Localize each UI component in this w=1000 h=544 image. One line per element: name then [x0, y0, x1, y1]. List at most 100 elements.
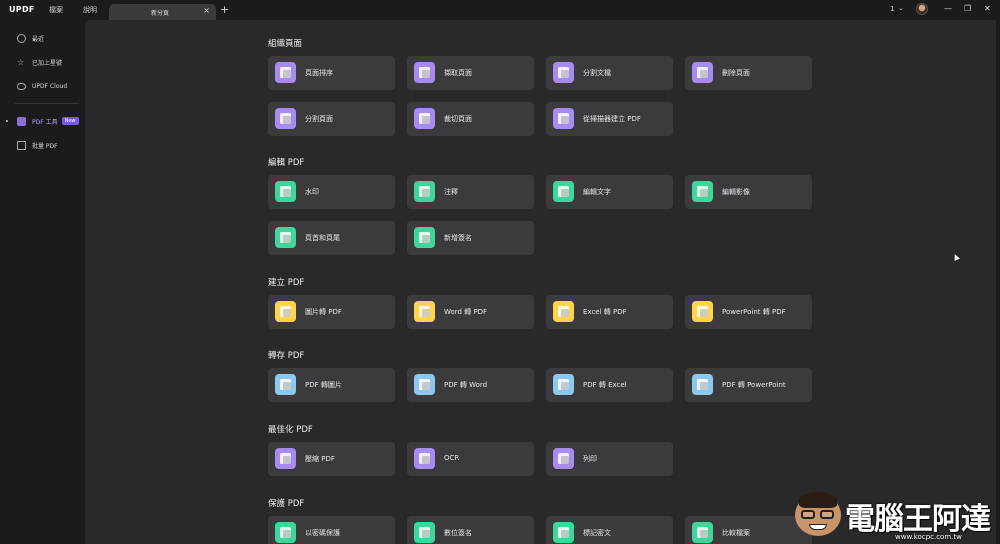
- tool-card[interactable]: 數位簽名: [407, 516, 534, 544]
- restore-icon[interactable]: ❐: [964, 4, 971, 13]
- tool-card[interactable]: PDF 轉 PowerPoint: [685, 368, 812, 402]
- tool-icon: [692, 181, 713, 202]
- tab-new[interactable]: 新分頁 ×: [109, 4, 216, 20]
- tool-card[interactable]: PDF 轉 Excel: [546, 368, 673, 402]
- tool-card[interactable]: 以密碼保護: [268, 516, 395, 544]
- tool-card[interactable]: 分割頁面: [268, 102, 395, 136]
- star-icon: ☆: [17, 57, 25, 67]
- tool-card[interactable]: 注釋: [407, 175, 534, 209]
- tool-card-label: 編輯影像: [722, 188, 750, 196]
- tool-card-label: 擷取頁面: [444, 69, 472, 77]
- sidebar-item-recent[interactable]: 最近: [10, 31, 80, 45]
- tool-card-label: PDF 轉圖片: [305, 381, 342, 389]
- tool-icon: [275, 522, 296, 543]
- minimize-icon[interactable]: —: [944, 4, 952, 13]
- title-bar: UPDF 檔案 說明 新分頁 × + 1 ⌄ — ❐ ✕: [0, 0, 1000, 20]
- sidebar-item-cloud[interactable]: UPDF Cloud: [10, 79, 80, 93]
- tool-card-label: 標記密文: [583, 529, 611, 537]
- active-indicator: [6, 120, 8, 122]
- tool-card-label: 壓縮 PDF: [305, 455, 335, 463]
- tool-card-label: 注釋: [444, 188, 458, 196]
- tool-icon: [553, 108, 574, 129]
- tool-card[interactable]: 編輯文字: [546, 175, 673, 209]
- page-count[interactable]: 1: [890, 5, 894, 13]
- tool-card-label: 圖片轉 PDF: [305, 308, 342, 316]
- tool-icon: [414, 448, 435, 469]
- tool-icon: [414, 227, 435, 248]
- tool-icon: [553, 448, 574, 469]
- tool-icon: [692, 522, 713, 543]
- tool-card[interactable]: 頁首和頁尾: [268, 221, 395, 255]
- close-icon[interactable]: ✕: [984, 4, 991, 13]
- tool-card[interactable]: PDF 轉 Word: [407, 368, 534, 402]
- tool-icon: [414, 108, 435, 129]
- tool-card[interactable]: Word 轉 PDF: [407, 295, 534, 329]
- avatar[interactable]: [916, 3, 928, 15]
- sidebar-item-starred[interactable]: ☆ 已加上星號: [10, 55, 80, 69]
- clock-icon: [17, 33, 26, 43]
- tools-panel: 組織頁面頁面排序 擷取頁面 分割文檔 刪除頁面分割頁面 裁切頁面 從掃描器建立 PDF 編輯…: [85, 20, 996, 544]
- tool-icon: [275, 448, 296, 469]
- watermark-url: www.kocpc.com.tw: [895, 533, 962, 541]
- sidebar-item-label: UPDF Cloud: [32, 82, 68, 90]
- tool-card[interactable]: OCR: [407, 442, 534, 476]
- tool-card-label: 數位簽名: [444, 529, 472, 537]
- tool-card-label: 裁切頁面: [444, 115, 472, 123]
- section-title: 建立 PDF: [268, 278, 305, 288]
- tool-card[interactable]: 編輯影像: [685, 175, 812, 209]
- tool-card[interactable]: 新增簽名: [407, 221, 534, 255]
- tool-card[interactable]: 裁切頁面: [407, 102, 534, 136]
- tool-card[interactable]: PDF 轉圖片: [268, 368, 395, 402]
- tool-card-label: 從掃描器建立 PDF: [583, 115, 641, 123]
- tool-card[interactable]: 列印: [546, 442, 673, 476]
- tool-card[interactable]: 水印: [268, 175, 395, 209]
- tool-card[interactable]: 壓縮 PDF: [268, 442, 395, 476]
- mascot-logo: [795, 492, 841, 536]
- tool-card-label: PDF 轉 PowerPoint: [722, 381, 786, 389]
- tool-icon: [553, 374, 574, 395]
- section-title: 保護 PDF: [268, 499, 305, 509]
- tool-icon: [275, 108, 296, 129]
- sidebar-item-label: PDF 工具: [32, 118, 58, 126]
- tool-icon: [414, 522, 435, 543]
- tool-card[interactable]: 刪除頁面: [685, 56, 812, 90]
- tool-card[interactable]: 分割文檔: [546, 56, 673, 90]
- chevron-down-icon[interactable]: ⌄: [898, 4, 904, 12]
- section-title: 編輯 PDF: [268, 158, 305, 168]
- sidebar-divider: [15, 103, 79, 104]
- tool-card[interactable]: 比較檔案: [685, 516, 812, 544]
- tool-icon: [414, 374, 435, 395]
- tool-card[interactable]: 圖片轉 PDF: [268, 295, 395, 329]
- watermark: 電腦王阿達 www.kocpc.com.tw: [795, 490, 1000, 544]
- menu-help[interactable]: 說明: [83, 5, 97, 15]
- tool-card-label: 列印: [583, 455, 597, 463]
- tool-icon: [414, 301, 435, 322]
- tool-icon: [553, 181, 574, 202]
- tool-card-label: OCR: [444, 454, 460, 462]
- tool-card[interactable]: PowerPoint 轉 PDF: [685, 295, 812, 329]
- tool-card-label: 分割文檔: [583, 69, 611, 77]
- tool-icon: [275, 374, 296, 395]
- cloud-icon: [17, 82, 26, 90]
- menu-file[interactable]: 檔案: [49, 5, 63, 15]
- tab-close-icon[interactable]: ×: [203, 6, 210, 15]
- tool-card-label: 新增簽名: [444, 234, 472, 242]
- sidebar: 最近 ☆ 已加上星號 UPDF Cloud PDF 工具 New 批量 PDF: [0, 20, 85, 544]
- tool-card-label: Excel 轉 PDF: [583, 308, 627, 316]
- tool-card-label: PDF 轉 Word: [444, 381, 488, 389]
- tool-card[interactable]: 標記密文: [546, 516, 673, 544]
- tool-icon: [553, 301, 574, 322]
- tool-card[interactable]: 從掃描器建立 PDF: [546, 102, 673, 136]
- tool-icon: [414, 181, 435, 202]
- tool-icon: [275, 227, 296, 248]
- tool-card-label: 水印: [305, 188, 319, 196]
- tool-card[interactable]: Excel 轉 PDF: [546, 295, 673, 329]
- add-tab-button[interactable]: +: [220, 4, 229, 15]
- sidebar-item-pdf-tools[interactable]: PDF 工具 New: [10, 114, 80, 128]
- tool-card[interactable]: 擷取頁面: [407, 56, 534, 90]
- section-title: 組織頁面: [268, 39, 303, 49]
- tool-card-label: 編輯文字: [583, 188, 611, 196]
- sidebar-item-batch[interactable]: 批量 PDF: [10, 138, 80, 152]
- tool-card-label: 刪除頁面: [722, 69, 750, 77]
- tool-card[interactable]: 頁面排序: [268, 56, 395, 90]
